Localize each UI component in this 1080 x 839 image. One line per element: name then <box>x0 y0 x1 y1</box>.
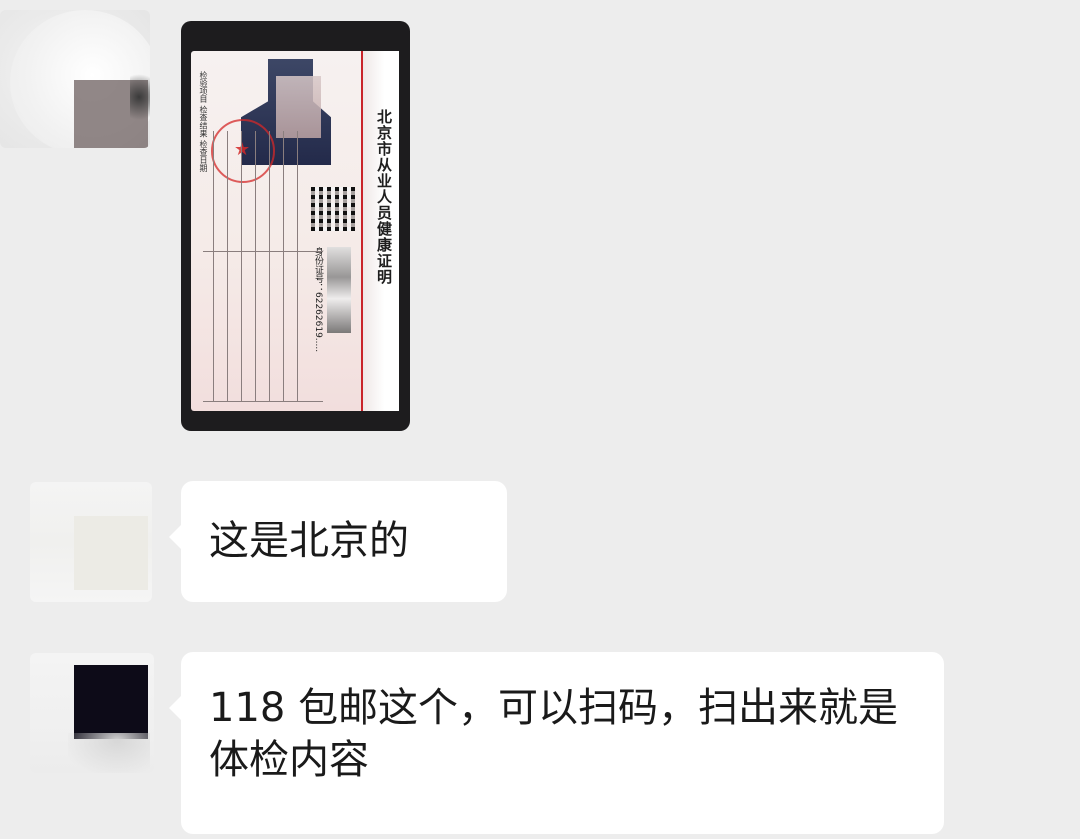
table-line <box>283 131 284 401</box>
table-line <box>213 131 214 401</box>
message-bubble[interactable]: 118 包邮这个，可以扫码，扫出来就是体检内容 <box>169 652 944 834</box>
message-bubble[interactable]: 这是北京的 <box>169 481 507 602</box>
id-mosaic <box>327 247 351 333</box>
avatar-mosaic <box>74 665 148 739</box>
chat-area: 北京市从业人员健康证明 身份证号：62262619..... 检验项目 检查结果… <box>0 0 1080 839</box>
avatar[interactable] <box>30 653 154 773</box>
image-message[interactable]: 北京市从业人员健康证明 身份证号：62262619..... 检验项目 检查结果… <box>181 21 410 431</box>
card-title: 北京市从业人员健康证明 <box>375 109 393 285</box>
face-mosaic <box>276 76 321 138</box>
health-certificate-photo: 北京市从业人员健康证明 身份证号：62262619..... 检验项目 检查结果… <box>191 51 399 411</box>
table-line <box>203 251 323 252</box>
avatar-mosaic <box>74 516 148 590</box>
card-table <box>203 131 323 402</box>
table-line <box>255 131 256 401</box>
avatar[interactable] <box>0 10 150 148</box>
avatar[interactable] <box>30 482 152 602</box>
avatar-shadow <box>130 72 150 122</box>
avatar-image <box>68 733 150 773</box>
table-line <box>297 131 298 401</box>
table-line <box>227 131 228 401</box>
table-line <box>203 401 323 402</box>
table-line <box>269 131 270 401</box>
table-line <box>241 131 242 401</box>
